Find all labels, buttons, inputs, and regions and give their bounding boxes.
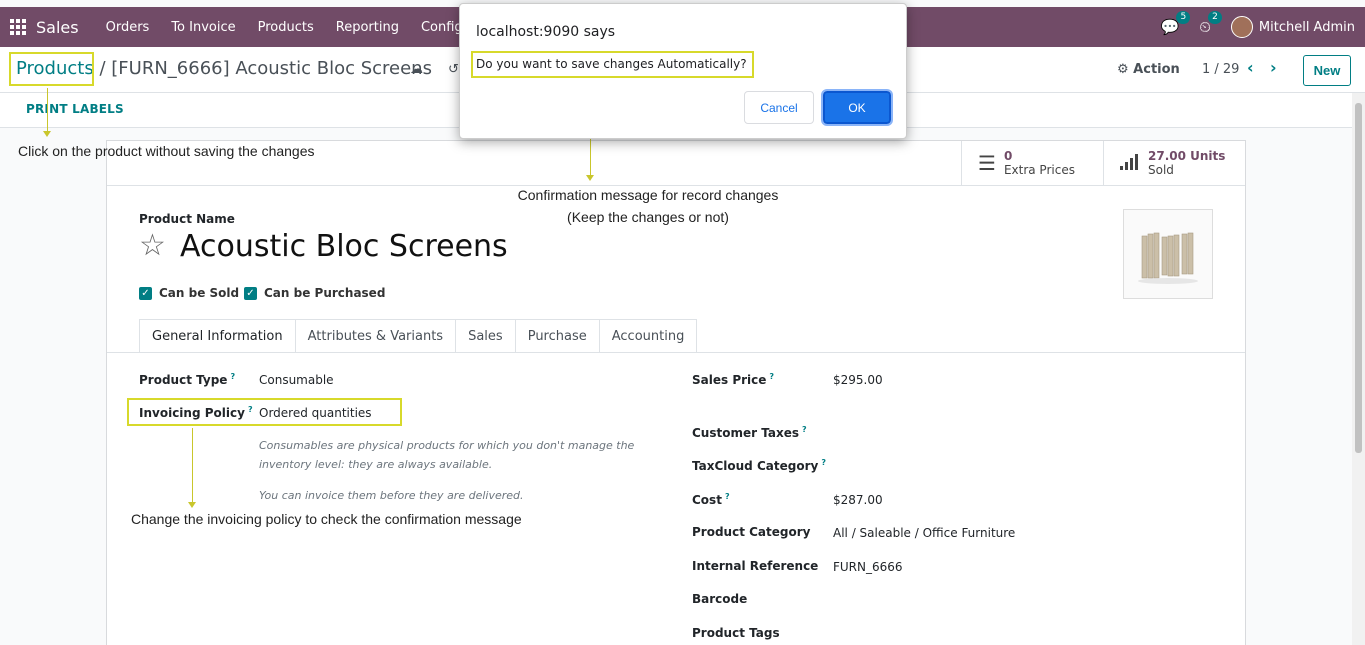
check-icon: ✓ bbox=[244, 286, 257, 300]
extra-prices-value: 0 bbox=[1003, 148, 1013, 163]
cost-label: Cost? bbox=[692, 492, 730, 507]
sold-label: Sold bbox=[1148, 162, 1174, 177]
product-type-help: Consumables are physical products for wh… bbox=[259, 439, 635, 471]
messages-icon[interactable]: 💬 5 bbox=[1161, 11, 1191, 36]
signal-icon bbox=[1120, 151, 1140, 175]
app-brand[interactable]: Sales bbox=[36, 18, 79, 37]
activities-icon[interactable]: ⏲ 2 bbox=[1199, 11, 1222, 36]
action-button[interactable]: ⚙ Action bbox=[1117, 62, 1180, 77]
user-menu[interactable]: Mitchell Admin bbox=[1259, 20, 1355, 35]
tab-divider bbox=[107, 352, 1245, 353]
new-button[interactable]: New bbox=[1303, 55, 1351, 86]
note-confirm-line-1: Confirmation message for record changes bbox=[517, 187, 779, 203]
tab-accounting[interactable]: Accounting bbox=[599, 319, 698, 353]
menu-orders[interactable]: Orders bbox=[95, 7, 161, 47]
sales-price-field[interactable]: $295.00 bbox=[833, 373, 883, 387]
product-name-label: Product Name bbox=[139, 212, 235, 226]
sheet-divider bbox=[107, 185, 1245, 186]
note-products: Click on the product without saving the … bbox=[18, 143, 315, 159]
sold-value: 27.00 Units bbox=[1148, 148, 1226, 163]
menu-to-invoice[interactable]: To Invoice bbox=[160, 7, 246, 47]
tab-attributes-variants[interactable]: Attributes & Variants bbox=[295, 319, 457, 353]
internal-reference-label: Internal Reference bbox=[692, 559, 819, 573]
tab-purchase[interactable]: Purchase bbox=[515, 319, 600, 353]
dialog-origin: localhost:9090 says bbox=[476, 24, 616, 40]
annotation-arrow bbox=[188, 502, 196, 508]
sold-button[interactable]: 27.00 Units Sold bbox=[1103, 141, 1245, 185]
annotation-arrow bbox=[43, 131, 51, 137]
breadcrumb-separator: / bbox=[99, 58, 106, 79]
product-type-select[interactable]: Consumable bbox=[259, 373, 334, 387]
activities-badge: 2 bbox=[1208, 11, 1222, 24]
notebook-tabs: General Information Attributes & Variant… bbox=[139, 319, 698, 353]
annotation-line bbox=[47, 88, 48, 131]
scrollbar-thumb[interactable] bbox=[1355, 103, 1362, 453]
cancel-button[interactable]: Cancel bbox=[744, 91, 814, 124]
product-name-field[interactable]: Acoustic Bloc Screens bbox=[180, 229, 508, 264]
annotation-line bbox=[192, 428, 193, 502]
scrollbar[interactable] bbox=[1352, 93, 1365, 645]
ok-button[interactable]: OK bbox=[821, 89, 893, 126]
confirm-dialog: localhost:9090 says Do you want to save … bbox=[459, 3, 907, 139]
note-confirm: Confirmation message for record changes … bbox=[508, 187, 788, 225]
can-be-sold-label: Can be Sold bbox=[159, 286, 240, 300]
save-cloud-icon[interactable]: ☁ bbox=[410, 62, 423, 77]
list-icon: ☰ bbox=[978, 151, 996, 175]
pager-value[interactable]: 1 / 29 bbox=[1202, 62, 1239, 77]
cost-field[interactable]: $287.00 bbox=[833, 493, 883, 507]
breadcrumb-current: [FURN_6666] Acoustic Bloc Screens bbox=[111, 58, 432, 79]
customer-taxes-label: Customer Taxes? bbox=[692, 425, 807, 440]
product-category-field[interactable]: All / Saleable / Office Furniture bbox=[833, 526, 1015, 540]
can-be-sold-checkbox[interactable]: ✓ Can be Sold bbox=[139, 286, 239, 300]
barcode-label: Barcode bbox=[692, 592, 748, 606]
tab-general-information[interactable]: General Information bbox=[139, 319, 296, 353]
messages-badge: 5 bbox=[1176, 11, 1191, 24]
avatar[interactable] bbox=[1230, 16, 1253, 38]
annotation-arrow bbox=[586, 175, 594, 181]
print-labels-button[interactable]: PRINT LABELS bbox=[26, 102, 124, 116]
dialog-message-highlight bbox=[471, 51, 754, 78]
product-image[interactable] bbox=[1123, 209, 1213, 299]
taxcloud-category-label: TaxCloud Category? bbox=[692, 458, 826, 473]
products-highlight bbox=[9, 52, 94, 86]
product-category-label: Product Category bbox=[692, 525, 811, 539]
check-icon: ✓ bbox=[139, 286, 152, 300]
pager-previous-icon[interactable]: ‹ bbox=[1247, 58, 1254, 77]
menu-reporting[interactable]: Reporting bbox=[325, 7, 410, 47]
can-be-purchased-label: Can be Purchased bbox=[264, 286, 386, 300]
extra-prices-label: Extra Prices bbox=[1003, 162, 1075, 177]
pager-next-icon[interactable]: › bbox=[1270, 58, 1277, 77]
discard-icon[interactable]: ↺ bbox=[448, 62, 459, 77]
product-tags-label: Product Tags bbox=[692, 626, 780, 640]
product-type-label: Product Type? bbox=[139, 372, 236, 387]
extra-prices-button[interactable]: ☰ 0 Extra Prices bbox=[961, 141, 1103, 185]
invoicing-policy-highlight bbox=[127, 398, 402, 426]
smart-button-box: ☰ 0 Extra Prices 27.00 Units Sold bbox=[961, 141, 1245, 185]
sales-price-label: Sales Price? bbox=[692, 372, 775, 387]
menu-products[interactable]: Products bbox=[247, 7, 325, 47]
apps-menu-icon[interactable] bbox=[0, 7, 36, 47]
star-icon[interactable]: ☆ bbox=[139, 228, 166, 263]
can-be-purchased-checkbox[interactable]: ✓ Can be Purchased bbox=[244, 286, 385, 300]
note-invoicing: Change the invoicing policy to check the… bbox=[131, 511, 522, 527]
invoicing-help: You can invoice them before they are del… bbox=[259, 489, 524, 502]
tab-sales[interactable]: Sales bbox=[456, 319, 516, 353]
internal-reference-field[interactable]: FURN_6666 bbox=[833, 560, 903, 574]
note-confirm-line-2: (Keep the changes or not) bbox=[567, 209, 729, 225]
